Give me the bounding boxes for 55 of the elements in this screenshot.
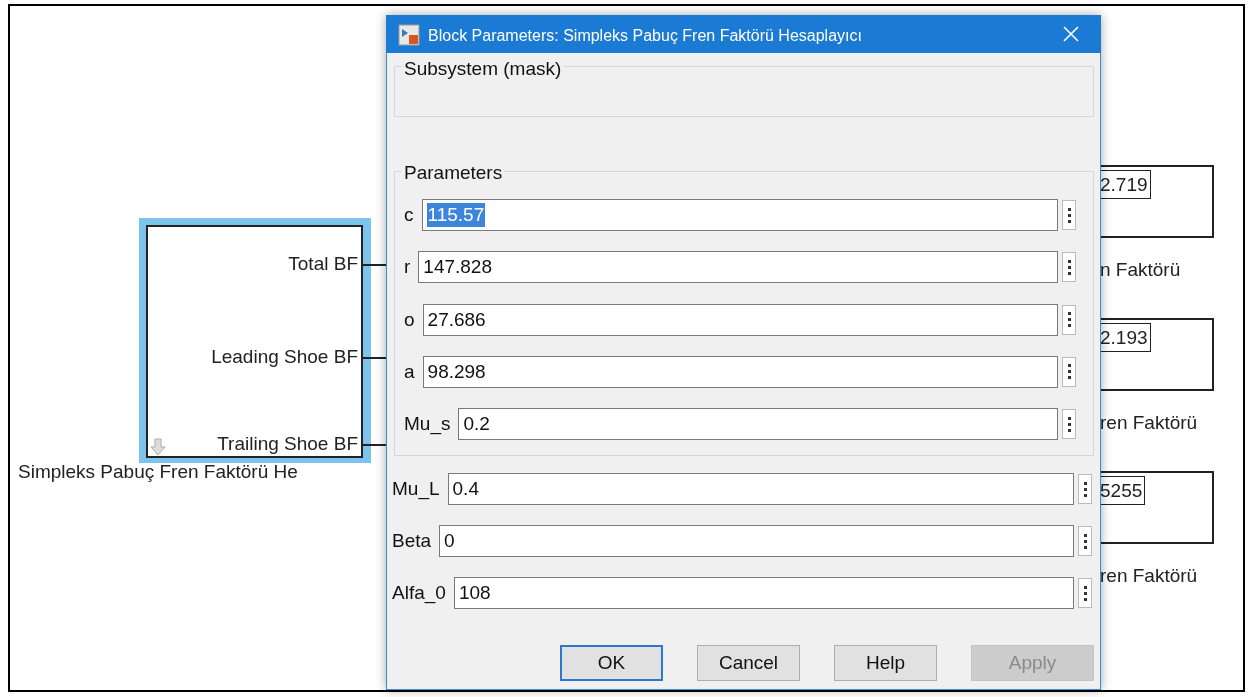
close-icon[interactable] [1063, 26, 1079, 42]
field-value: 27.686 [427, 307, 486, 332]
input-field[interactable]: 0.4 [447, 473, 1074, 505]
input-field[interactable]: 147.828 [418, 251, 1058, 284]
signal-line [363, 264, 387, 266]
port-label: Leading Shoe BF [211, 347, 358, 366]
block-caption: ren Faktörü [1100, 411, 1198, 435]
more-options-button[interactable] [1078, 578, 1092, 608]
block-caption: Simpleks Pabuç Fren Faktörü He [18, 460, 298, 484]
window-title: Block Parameters: Simpleks Pabuç Fren Faktörü Hesaplayıcı [428, 26, 862, 46]
more-options-button[interactable] [1062, 200, 1076, 230]
field-value: 0.4 [452, 477, 479, 501]
down-arrow-icon [150, 438, 166, 456]
display-value: 2.719 [1100, 170, 1151, 199]
field-value: 0.2 [463, 412, 490, 437]
field-label: a [404, 359, 415, 384]
more-options-button[interactable] [1078, 526, 1092, 556]
field-value: 0 [444, 529, 455, 553]
more-options-button[interactable] [1078, 474, 1092, 504]
more-options-button[interactable] [1062, 304, 1076, 335]
input-field[interactable]: 0 [439, 525, 1074, 557]
dialog-button[interactable]: Help [834, 645, 937, 681]
field-label: c [404, 203, 414, 227]
signal-line [363, 444, 387, 446]
display-block[interactable]: 2.719 [1100, 165, 1214, 238]
more-options-button[interactable] [1062, 409, 1076, 440]
display-block[interactable]: 2.193 [1100, 318, 1214, 391]
input-field[interactable]: 115.57 [421, 199, 1058, 231]
input-field[interactable]: 0.2 [458, 408, 1058, 441]
field-label: Mu_s [404, 412, 451, 437]
display-block[interactable]: 5255 [1100, 471, 1214, 544]
port-label: Trailing Shoe BF [217, 434, 358, 453]
block-caption: n Faktörü [1100, 258, 1181, 282]
dialog-button[interactable]: Cancel [697, 645, 800, 681]
input-field[interactable]: 98.298 [422, 355, 1058, 388]
dialog-button[interactable]: OK [560, 645, 663, 681]
field-label: Mu_L [392, 477, 440, 502]
field-value: 115.57 [426, 203, 486, 227]
display-value: 2.193 [1100, 323, 1151, 352]
field-label: o [404, 307, 415, 332]
field-value: 108 [458, 581, 491, 605]
more-options-button[interactable] [1062, 356, 1076, 387]
signal-line [363, 357, 387, 359]
input-field[interactable]: 108 [453, 577, 1074, 609]
display-value: 5255 [1100, 476, 1146, 505]
block-caption: ren Faktörü [1100, 564, 1198, 588]
app-icon [398, 24, 420, 46]
field-label: Beta [392, 529, 432, 553]
field-value: 147.828 [423, 255, 492, 280]
field-label: r [404, 255, 411, 280]
field-label: Alfa_0 [392, 581, 446, 606]
input-field[interactable]: 27.686 [422, 303, 1058, 336]
field-value: 98.298 [427, 359, 486, 384]
port-label: Total BF [288, 254, 358, 273]
more-options-button[interactable] [1062, 252, 1076, 283]
